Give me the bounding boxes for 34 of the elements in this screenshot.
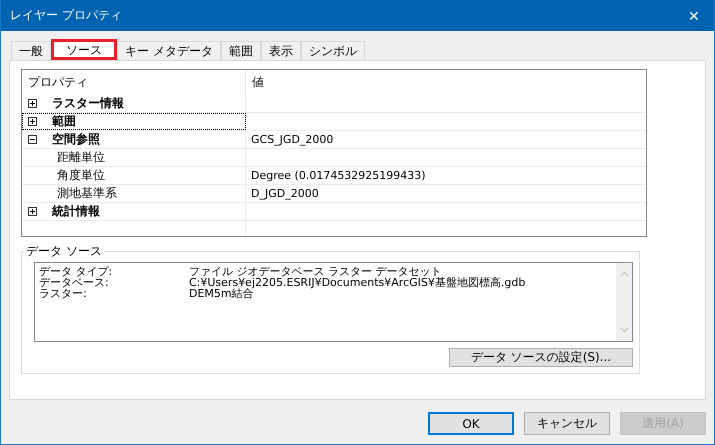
tab[interactable]: 一般 xyxy=(11,41,51,60)
info-label: データベース: xyxy=(39,277,110,288)
property-value: Degree (0.0174532925199433) xyxy=(251,169,426,182)
property-name: 角度単位 xyxy=(56,167,105,184)
info-value: DEM5m結合 xyxy=(189,288,254,299)
property-value: D_JGD_2000 xyxy=(251,187,319,200)
tab[interactable]: シンボル xyxy=(300,41,365,60)
info-label: データ タイプ: xyxy=(39,266,114,277)
column-header[interactable]: プロパティ xyxy=(22,70,246,95)
property-name: 範囲 xyxy=(52,113,76,130)
group-title: データ ソース xyxy=(25,243,103,260)
property-name: 統計情報 xyxy=(52,203,100,220)
window-title: レイヤー プロパティ xyxy=(10,7,122,24)
collapse-icon[interactable] xyxy=(28,135,37,144)
expand-icon[interactable] xyxy=(28,207,37,216)
property-name: 距離単位 xyxy=(56,149,105,166)
info-value: ファイル ジオデータベース ラスター データセット xyxy=(189,266,442,277)
dialog-button[interactable]: OK xyxy=(428,412,514,435)
info-label: ラスター: xyxy=(39,288,88,299)
info-value: C:¥Users¥ej2205.ESRIJ¥Documents¥ArcGIS¥基盤地図標高.gdb xyxy=(189,277,526,288)
expand-icon[interactable] xyxy=(28,99,37,108)
dialog-button[interactable]: キャンセル xyxy=(524,412,610,435)
tab[interactable]: ソース xyxy=(51,39,117,60)
property-name: 測地基準系 xyxy=(56,185,117,202)
tab[interactable]: キー メタデータ xyxy=(117,41,221,60)
tab[interactable]: 範囲 xyxy=(220,41,261,60)
tab[interactable]: 表示 xyxy=(260,41,301,60)
property-value: GCS_JGD_2000 xyxy=(251,133,334,146)
expand-icon[interactable] xyxy=(28,117,37,126)
close-button[interactable]: ✕ xyxy=(674,0,714,31)
data-source-settings-button[interactable]: データ ソースの設定(S)... xyxy=(449,348,633,367)
column-header[interactable]: 値 xyxy=(246,74,638,91)
property-name: ラスター情報 xyxy=(52,95,124,112)
property-name: 空間参照 xyxy=(52,131,100,148)
